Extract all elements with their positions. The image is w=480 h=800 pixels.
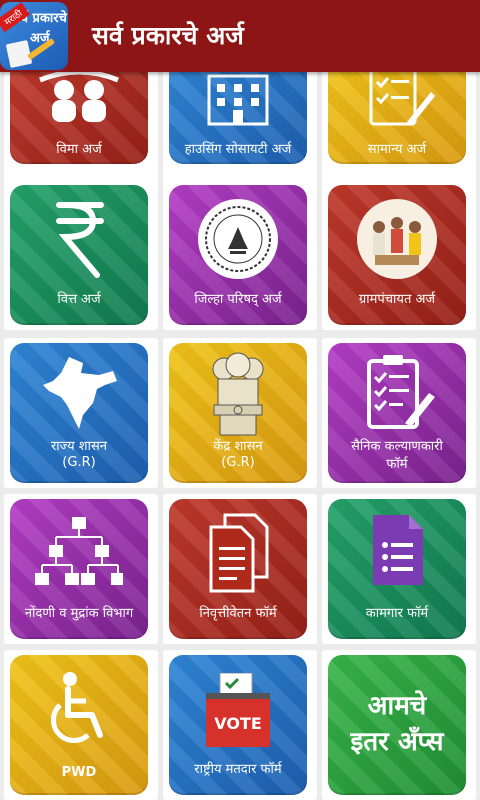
grid-cell: नोंदणी व मुद्रांक विभाग — [4, 494, 158, 644]
grid-cell: VOTE राष्ट्रीय मतदार फॉर्म — [163, 650, 317, 800]
india-map-icon — [10, 355, 148, 431]
grid-cell: वित्त अर्ज — [4, 180, 158, 330]
tile-label: ग्रामपंचायत अर्ज — [358, 292, 436, 307]
tile-label: राष्ट्रीय मतदार फॉर्म — [194, 762, 282, 777]
grid-cell: राज्य शासन (G.R) — [4, 338, 158, 488]
tile-label-line2: (G.R) — [62, 455, 96, 470]
tile-label: कामगार फॉर्म — [365, 606, 429, 621]
grid-cell: सैनिक कल्याणकारी फॉर्म — [322, 338, 476, 488]
other-apps-line2: इतर अँप्स — [350, 727, 444, 757]
rupee-icon — [10, 199, 148, 279]
grid-cell: सामान्य अर्ज — [322, 50, 476, 200]
tile-label-line2: फॉर्म — [386, 457, 408, 472]
page-title: सर्व प्रकारचे अर्ज — [92, 21, 244, 50]
tile-label: PWD — [61, 765, 97, 780]
grid-cell: केंद्र शासन (G.R) — [163, 338, 317, 488]
grid-cell: हाउसिंग सोसायटी अर्ज — [163, 50, 317, 200]
tile-national-voter-form[interactable]: VOTE राष्ट्रीय मतदार फॉर्म — [169, 655, 307, 795]
seal-icon — [169, 197, 307, 281]
tile-label: सामान्य अर्ज — [367, 142, 427, 157]
tile-pwd[interactable]: PWD — [10, 655, 148, 795]
org-chart-icon — [10, 515, 148, 589]
tile-label-line1: राज्य शासन — [50, 439, 107, 454]
tile-soldier-welfare-form[interactable]: सैनिक कल्याणकारी फॉर्म — [328, 343, 466, 483]
vote-box-text: VOTE — [214, 714, 262, 733]
people-icon — [10, 72, 148, 122]
tile-label: वित्त अर्ज — [57, 292, 101, 307]
tile-finance-form[interactable]: वित्त अर्ज — [10, 185, 148, 325]
tile-label: जिल्हा परिषद् अर्ज — [194, 292, 282, 307]
app-logo-ribbon: मराठी — [0, 2, 30, 33]
tile-zilla-parishad-form[interactable]: जिल्हा परिषद् अर्ज — [169, 185, 307, 325]
documents-icon — [169, 513, 307, 593]
tile-gram-panchayat-form[interactable]: ग्रामपंचायत अर्ज — [328, 185, 466, 325]
tile-state-government-gr[interactable]: राज्य शासन (G.R) — [10, 343, 148, 483]
wheelchair-icon — [10, 671, 148, 747]
tile-registration-stamps-dept[interactable]: नोंदणी व मुद्रांक विभाग — [10, 499, 148, 639]
tile-label-line1: सैनिक कल्याणकारी — [351, 439, 443, 454]
tile-pension-form[interactable]: निवृत्तीवेतन फॉर्म — [169, 499, 307, 639]
tile-label-line1: केंद्र शासन — [213, 439, 263, 454]
tile-label: विमा अर्ज — [56, 142, 102, 157]
tile-central-government-gr[interactable]: केंद्र शासन (G.R) — [169, 343, 307, 483]
tile-insurance-form[interactable]: विमा अर्ज — [10, 60, 148, 164]
vote-icon: VOTE — [169, 673, 307, 749]
tile-general-form[interactable]: सामान्य अर्ज — [328, 60, 466, 164]
grid-cell: निवृत्तीवेतन फॉर्म — [163, 494, 317, 644]
app-logo-icon: सर्व प्रकारचे अर्ज मराठी — [0, 2, 68, 70]
grid-cell: ग्रामपंचायत अर्ज — [322, 180, 476, 330]
checklist-icon — [328, 68, 466, 126]
tile-label-line2: (G.R) — [221, 455, 255, 470]
tile-housing-society-form[interactable]: हाउसिंग सोसायटी अर्ज — [169, 60, 307, 164]
building-icon — [169, 70, 307, 126]
app-bar: सर्व प्रकारचे अर्ज मराठी सर्व प्रकारचे अ… — [0, 0, 480, 72]
grid-cell: जिल्हा परिषद् अर्ज — [163, 180, 317, 330]
grid-cell: आमचे इतर अँप्स — [322, 650, 476, 800]
tile-label: निवृत्तीवेतन फॉर्म — [199, 606, 277, 621]
tile-label: नोंदणी व मुद्रांक विभाग — [24, 606, 134, 621]
grid-cell: विमा अर्ज — [4, 50, 158, 200]
village-meeting-icon — [328, 197, 466, 281]
other-apps-line1: आमचे — [367, 691, 427, 721]
grid-cell: PWD — [4, 650, 158, 800]
grid-cell: कामगार फॉर्म — [322, 494, 476, 644]
emblem-icon — [169, 351, 307, 439]
tile-label: हाउसिंग सोसायटी अर्ज — [184, 142, 292, 157]
tile-our-other-apps[interactable]: आमचे इतर अँप्स — [328, 655, 466, 795]
form-icon — [328, 513, 466, 587]
clipboard-icon — [328, 355, 466, 431]
tile-labour-form[interactable]: कामगार फॉर्म — [328, 499, 466, 639]
